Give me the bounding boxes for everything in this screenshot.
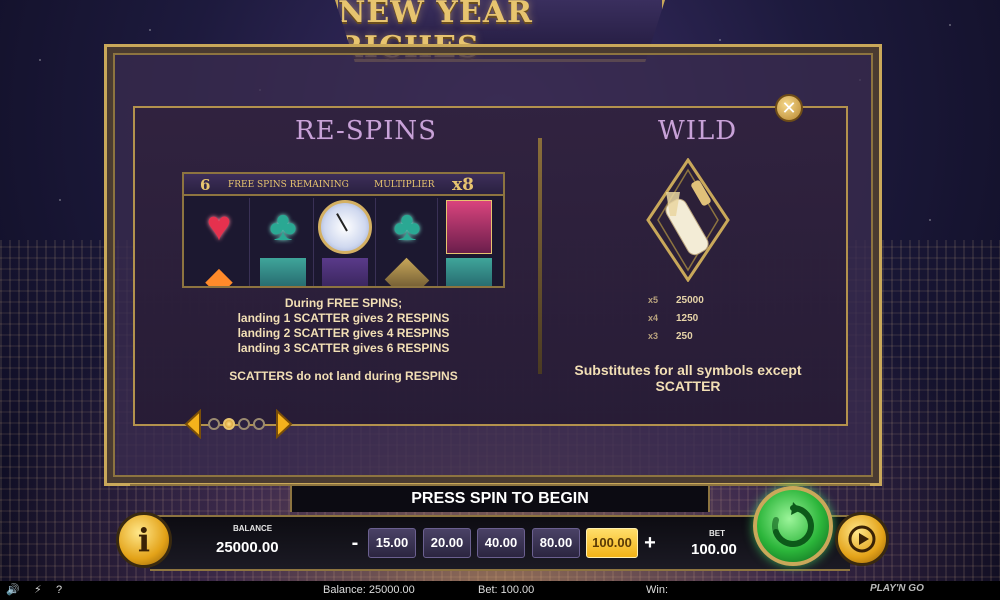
wild-payout-x5: x5 25000 [648,295,704,306]
wild-champagne-symbol [646,157,730,283]
heart-balloon-symbol [196,204,242,248]
bet-label: BET [709,529,725,538]
payout-multiplier: x3 [648,331,659,341]
page-dot-4[interactable] [253,418,265,430]
section-divider [538,138,542,374]
kremlin-symbol [446,200,492,254]
provider-logo: PLAY'N GO [870,583,924,594]
status-win: Win: [646,584,668,596]
decrease-bet-button[interactable]: - [348,530,362,558]
bet-option-button[interactable]: 80.00 [532,528,580,558]
info-icon: i [137,521,151,559]
clock-scatter-symbol [318,200,372,254]
reel-2 [252,198,314,286]
reel-1 [188,198,250,286]
arrow-right-icon [276,408,293,440]
bet-value: 100.00 [691,541,737,558]
reel-5 [438,198,500,286]
respins-title: RE-SPINS [295,116,437,146]
bet-option-button[interactable]: 40.00 [477,528,525,558]
payout-value: 25000 [676,295,704,306]
autoplay-button[interactable] [835,512,889,566]
statue-symbol [260,258,306,286]
next-page-button[interactable] [275,408,293,440]
free-spins-label: FREE SPINS REMAINING [228,180,349,190]
balance-label: BALANCE [233,524,273,533]
payout-value: 250 [676,331,693,342]
respins-preview-image: 6 FREE SPINS REMAINING MULTIPLIER x8 [182,172,505,288]
multiplier-label: MULTIPLIER [374,180,435,190]
status-bar: 🔊 ⚡ ? Balance: 25000.00 Bet: 100.00 Win:… [0,581,1000,600]
statue-symbol [446,258,492,286]
help-button[interactable]: ? [56,584,62,596]
wild-description-line: SCATTER [655,378,721,394]
bet-option-button[interactable]: 20.00 [423,528,471,558]
respins-rule-line: landing 2 SCATTER gives 4 RESPINS [237,326,450,340]
payout-multiplier: x5 [648,295,659,305]
building-symbol [322,258,368,286]
reel-4 [376,198,438,286]
wild-payout-x4: x4 1250 [648,313,698,324]
reel-3 [314,198,376,286]
wild-description: Substitutes for all symbols except SCATT… [562,362,814,394]
preview-status-bar: 6 FREE SPINS REMAINING MULTIPLIER x8 [184,174,503,196]
press-spin-message: PRESS SPIN TO BEGIN [290,486,710,512]
wild-symbol-mini [384,257,430,286]
turbo-icon[interactable]: ⚡ [34,583,42,596]
page-dot-3[interactable] [238,418,250,430]
club-balloon-symbol [260,204,306,248]
increase-bet-button[interactable]: + [643,530,657,558]
status-bet: Bet: 100.00 [478,584,535,596]
sound-icon[interactable]: 🔊 [6,583,20,596]
bet-option-button[interactable]: 15.00 [368,528,416,558]
wild-title: WILD [658,116,738,146]
payout-value: 1250 [676,313,699,324]
close-button[interactable]: ✕ [775,94,803,122]
respins-rule-line: During FREE SPINS; [284,296,403,310]
diamond-balloon-symbol [196,258,242,286]
balance-value: 25000.00 [216,539,279,556]
page-dot-2[interactable] [223,418,235,430]
wild-payout-x3: x3 250 [648,331,693,342]
status-balance: Balance: 25000.00 [323,584,415,596]
respins-rules: During FREE SPINS; landing 1 SCATTER giv… [182,296,505,356]
info-button[interactable]: i [116,512,172,568]
respins-rule-line: landing 1 SCATTER gives 2 RESPINS [237,311,450,325]
bet-option-button-selected[interactable]: 100.00 [586,528,638,558]
arrow-left-icon [184,408,201,440]
spin-icon [771,502,814,548]
multiplier-value: x8 [452,175,474,195]
respins-rule-line: landing 3 SCATTER gives 6 RESPINS [237,341,450,355]
autoplay-icon [848,525,876,553]
free-spins-count: 6 [200,176,211,194]
club-balloon-symbol [384,204,430,248]
respins-note: SCATTERS do not land during RESPINS [229,369,458,383]
wild-description-line: Substitutes for all symbols except [574,362,802,378]
spin-button[interactable] [753,486,833,566]
payout-multiplier: x4 [648,313,659,323]
previous-page-button[interactable] [184,408,202,440]
page-dot-1[interactable] [208,418,220,430]
close-icon: ✕ [781,98,797,118]
